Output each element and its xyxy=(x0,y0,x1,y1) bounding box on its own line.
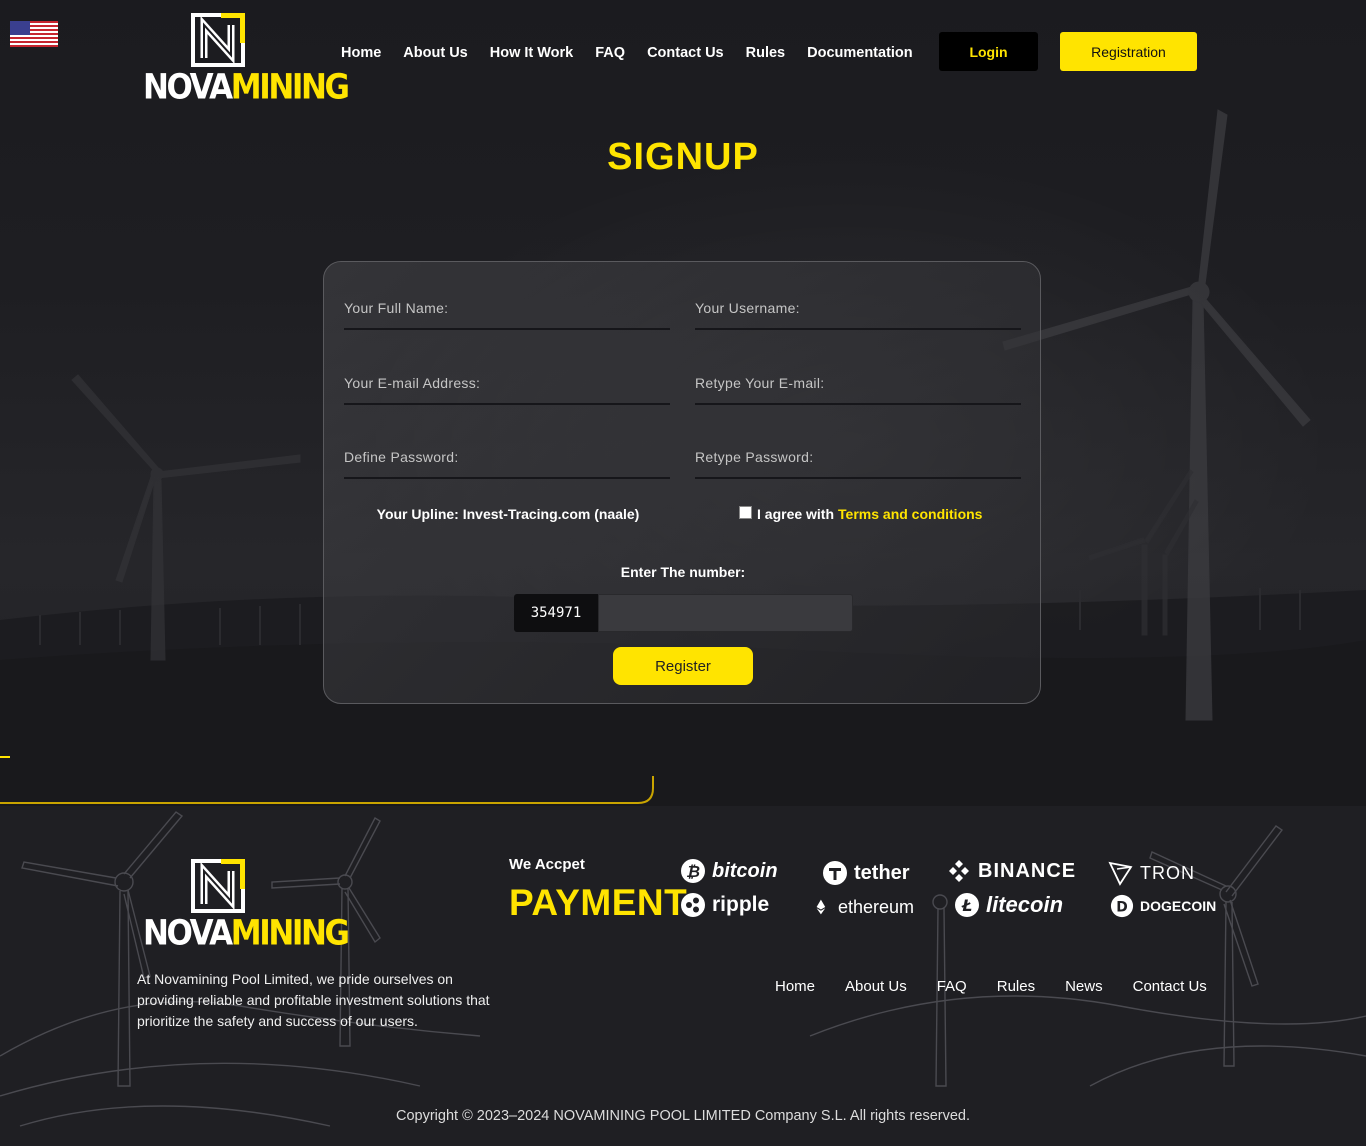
footer-description: At Novamining Pool Limited, we pride our… xyxy=(137,971,490,1029)
binance-logo: BINANCE xyxy=(946,858,1076,884)
full-name-input[interactable] xyxy=(344,288,670,328)
retype-email-field[interactable] xyxy=(695,363,1021,405)
agree-text: I agree with xyxy=(757,506,835,522)
captcha-label: Enter The number: xyxy=(620,564,746,580)
footer: NOVAMINING At Novamining Pool Limited, w… xyxy=(0,806,1366,1146)
password-input[interactable] xyxy=(344,437,670,477)
litecoin-icon: Ł xyxy=(955,893,979,917)
binance-icon xyxy=(949,860,969,882)
full-name-field[interactable] xyxy=(344,288,670,330)
svg-text:D: D xyxy=(1116,900,1127,916)
bitcoin-icon: ₿ xyxy=(681,859,705,883)
us-flag-icon[interactable] xyxy=(10,21,58,47)
signup-form: Your Upline: Invest-Tracing.com (naale) … xyxy=(323,261,1041,704)
terms-agreement: I agree with Terms and conditions xyxy=(739,505,982,522)
nav-contact-us[interactable]: Contact Us xyxy=(636,43,735,63)
footer-nav-contact-us[interactable]: Contact Us xyxy=(1120,978,1224,995)
main-nav: Home About Us How It Work FAQ Contact Us… xyxy=(330,43,924,63)
accept-label: We Accpet xyxy=(509,856,585,873)
ethereum-icon xyxy=(816,899,826,915)
registration-button[interactable]: Registration xyxy=(1060,32,1197,71)
login-button[interactable]: Login xyxy=(939,32,1038,71)
decorative-accent-line xyxy=(0,756,654,804)
ripple-icon xyxy=(681,893,705,917)
logo-wordmark: NOVAMINING xyxy=(143,67,350,108)
footer-logo-wordmark-wrap: NOVAMINING xyxy=(143,859,350,953)
retype-password-field[interactable] xyxy=(695,437,1021,479)
page-title: SIGNUP xyxy=(607,136,759,178)
dogecoin-logo: D DOGECOIN xyxy=(1110,894,1216,918)
footer-nav: Home About Us FAQ Rules News Contact Us xyxy=(762,978,1224,995)
nav-rules[interactable]: Rules xyxy=(735,43,797,63)
email-field[interactable] xyxy=(344,363,670,405)
username-field[interactable] xyxy=(695,288,1021,330)
copyright: Copyright © 2023–2024 NOVAMINING POOL LI… xyxy=(396,1108,970,1124)
password-field[interactable] xyxy=(344,437,670,479)
terms-link[interactable]: Terms and conditions xyxy=(838,506,982,522)
footer-nav-home[interactable]: Home xyxy=(762,978,832,995)
svg-text:Ł: Ł xyxy=(961,896,973,915)
retype-email-input[interactable] xyxy=(695,363,1021,403)
nav-home[interactable]: Home xyxy=(330,43,392,63)
payment-label: PAYMENT xyxy=(509,882,688,923)
captcha-code: 354971 xyxy=(514,594,598,632)
footer-nav-rules[interactable]: Rules xyxy=(984,978,1052,995)
site-logo[interactable]: NOVAMINING xyxy=(143,13,350,107)
nav-faq[interactable]: FAQ xyxy=(584,43,636,63)
register-button[interactable]: Register xyxy=(613,647,753,685)
litecoin-logo: Ł litecoin xyxy=(954,892,1063,918)
email-input[interactable] xyxy=(344,363,670,403)
nav-about-us[interactable]: About Us xyxy=(392,43,478,63)
tether-logo: tether xyxy=(822,860,910,886)
tron-logo: TRON xyxy=(1108,860,1195,886)
svg-text:₿: ₿ xyxy=(686,862,700,881)
nav-how-it-work[interactable]: How It Work xyxy=(479,43,585,63)
dogecoin-icon: D xyxy=(1110,894,1134,918)
bitcoin-logo: ₿ bitcoin xyxy=(680,858,778,884)
footer-nav-news[interactable]: News xyxy=(1052,978,1120,995)
agree-checkbox[interactable] xyxy=(739,505,752,519)
nav-documentation[interactable]: Documentation xyxy=(796,43,924,63)
ethereum-logo: ethereum xyxy=(816,894,914,920)
retype-password-input[interactable] xyxy=(695,437,1021,477)
footer-logo[interactable]: NOVAMINING xyxy=(143,859,350,953)
captcha-input[interactable] xyxy=(598,594,853,632)
ripple-logo: ripple xyxy=(680,892,769,918)
logo-wordmark: NOVAMINING xyxy=(143,913,350,954)
footer-nav-faq[interactable]: FAQ xyxy=(924,978,984,995)
username-input[interactable] xyxy=(695,288,1021,328)
tether-icon xyxy=(823,861,847,885)
hero-section: NOVAMINING Home About Us How It Work FAQ… xyxy=(0,0,1366,806)
tron-icon xyxy=(1108,861,1133,886)
logo-mark-icon xyxy=(191,13,245,67)
footer-nav-about-us[interactable]: About Us xyxy=(832,978,924,995)
upline-text: Your Upline: Invest-Tracing.com (naale) xyxy=(376,506,640,522)
